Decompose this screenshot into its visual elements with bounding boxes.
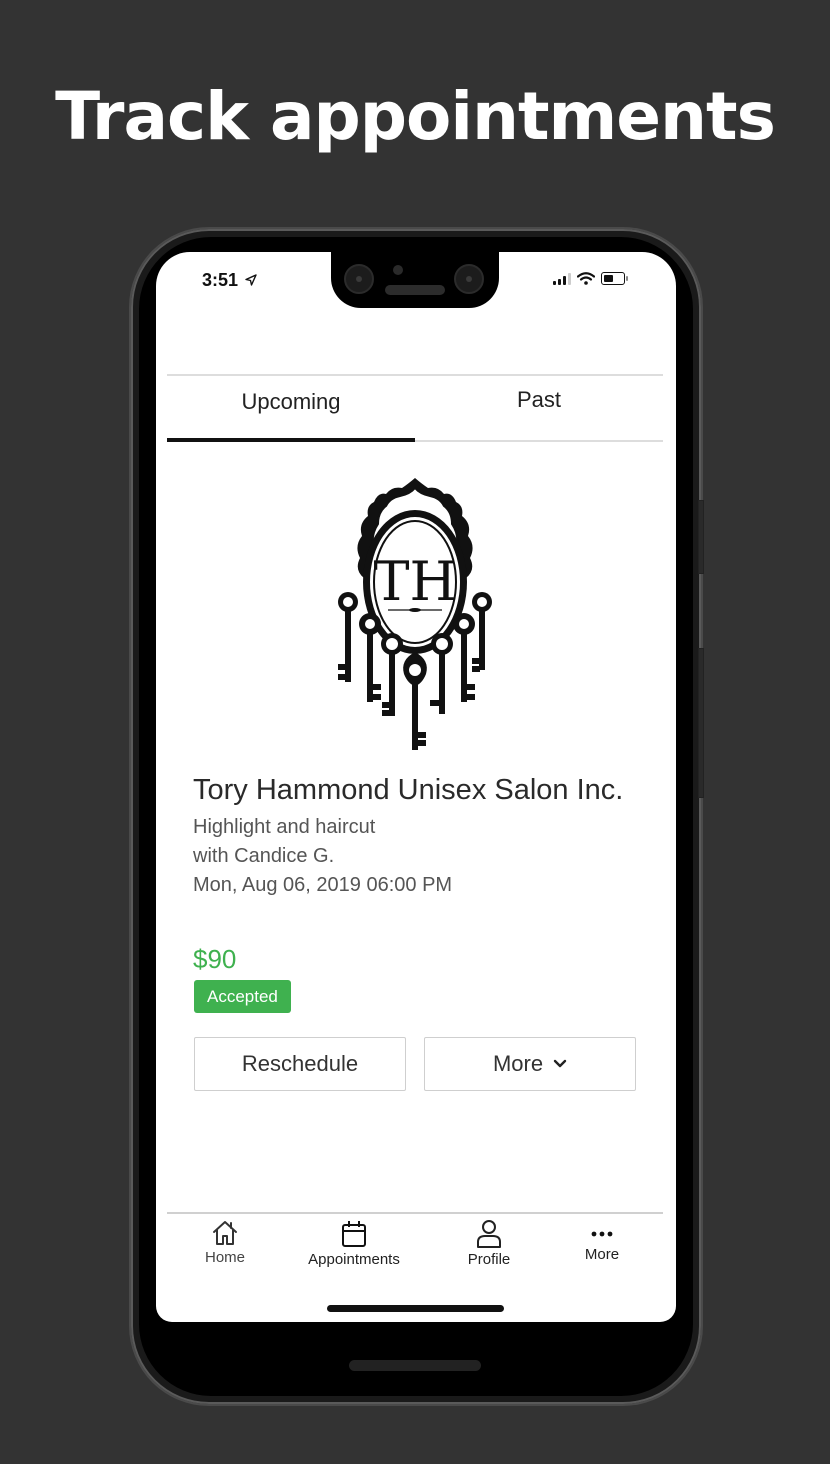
more-dots-icon (591, 1231, 613, 1237)
bottom-nav: Home Appointments Profile More (167, 1212, 663, 1284)
nav-label-profile: Profile (467, 1251, 511, 1268)
salon-logo: TH (338, 478, 492, 750)
home-icon (213, 1221, 237, 1245)
nav-label-appointments: Appointments (308, 1251, 400, 1268)
status-icons (553, 272, 628, 285)
proximity-sensor (393, 265, 403, 275)
reschedule-button[interactable]: Reschedule (194, 1037, 406, 1091)
nav-label-more: More (584, 1246, 620, 1263)
home-indicator[interactable] (327, 1305, 504, 1312)
location-arrow-icon (245, 274, 257, 286)
nav-label-home: Home (204, 1249, 245, 1266)
more-label: More (492, 1051, 544, 1076)
nav-item-profile[interactable]: Profile (429, 1220, 549, 1268)
promo-headline: Track appointments (55, 78, 776, 155)
nav-item-appointments[interactable]: Appointments (294, 1220, 414, 1268)
business-name: Tory Hammond Unisex Salon Inc. (193, 774, 624, 806)
tab-past[interactable]: Past (415, 376, 663, 440)
person-icon (477, 1220, 501, 1248)
more-options-button[interactable]: More (424, 1037, 636, 1091)
phone-chin-bar (349, 1360, 481, 1371)
chevron-down-icon (553, 1059, 567, 1068)
status-time-text: 3:51 (202, 270, 239, 290)
phone-side-button-upper (698, 500, 704, 574)
reschedule-label: Reschedule (241, 1051, 359, 1076)
front-camera-left (344, 264, 374, 294)
earpiece-speaker (385, 285, 445, 295)
battery-icon (601, 272, 628, 285)
appointment-tabs: Upcoming Past (167, 374, 663, 442)
wifi-icon (577, 272, 595, 285)
calendar-icon (342, 1221, 366, 1247)
service-name: Highlight and haircut (193, 816, 376, 838)
nav-item-home[interactable]: Home (165, 1220, 285, 1266)
tab-upcoming[interactable]: Upcoming (167, 376, 415, 442)
phone-side-button-lower (698, 648, 704, 798)
appointment-price: $90 (193, 944, 237, 974)
logo-monogram: TH (373, 550, 456, 613)
status-time: 3:51 (202, 270, 257, 291)
staff-name: with Candice G. (193, 845, 335, 867)
front-camera-right (454, 264, 484, 294)
nav-item-more[interactable]: More (542, 1220, 662, 1263)
cellular-signal-icon (553, 272, 571, 285)
status-badge: Accepted (194, 980, 291, 1013)
appointment-datetime: Mon, Aug 06, 2019 06:00 PM (193, 874, 453, 896)
